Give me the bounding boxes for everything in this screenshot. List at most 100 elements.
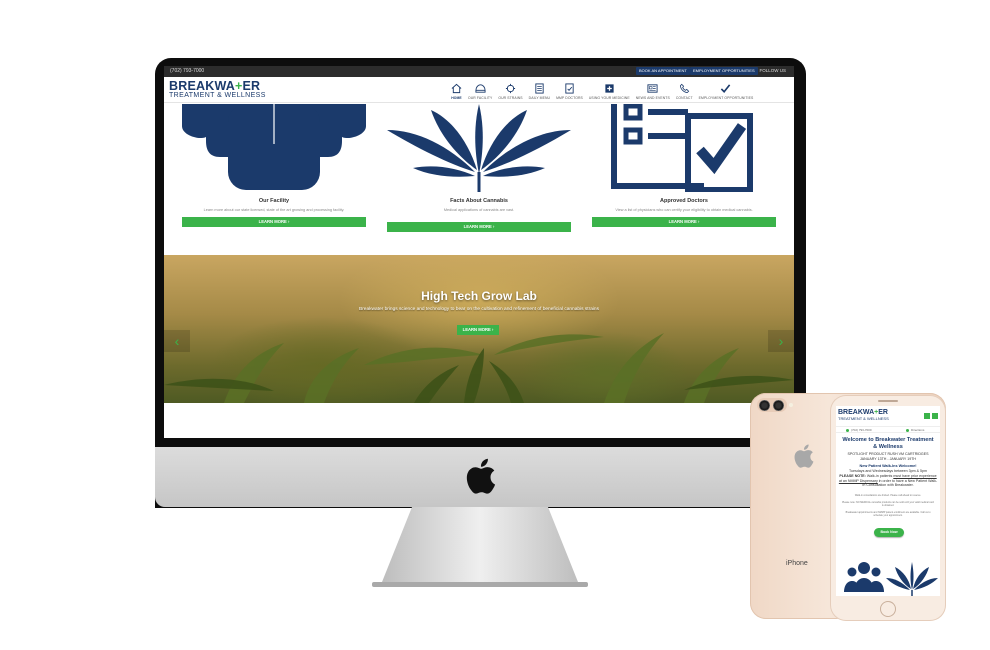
phone-icon [679,83,689,94]
book-appointment-button[interactable]: BOOK AN APPOINTMENT [636,67,690,75]
feature-card-cannabis: Facts About Cannabis Medical application… [387,104,571,254]
note-label: PLEASE NOTE: [839,474,866,478]
fine-print: Walk-in consultations are limited. Pleas… [854,494,922,497]
mobile-feature-icons [844,562,938,596]
cannabis-leaf-icon [886,562,938,596]
spotlight-dates: JANUARY 13TH - JANUARY 19TH [859,457,917,461]
feature-description: Medical applications of cannabis are vas… [443,208,515,212]
logo-subtitle: TREATMENT & WELLNESS [838,416,889,421]
book-now-button[interactable]: Book Now [874,528,904,537]
nav-label: MMP DOCTORS [556,96,583,100]
feature-description: Learn more about our state licensed, sta… [203,208,345,212]
walkins-hours: Tuesdays and Wednesdays between 3pm & 5p… [848,469,928,473]
nav-label: USING YOUR MEDICINE [588,96,630,100]
nav-item-our-strains[interactable]: OUR STRAINS [495,78,525,102]
speaker-grill [878,400,898,402]
fine-print: Breakwater appointments and NMMP patient… [845,511,931,518]
location-icon [906,429,909,432]
nav-label: OUR FACILITY [468,96,493,100]
iphone-label: iPhone [786,560,808,567]
home-button [880,601,896,617]
walkins-heading: New Patient Walk-Ins Welcome! [859,464,917,468]
slider-next-button[interactable]: › [768,330,794,352]
mobile-logo[interactable]: BREAKWA+ER TREATMENT & WELLNESS [838,409,908,421]
feature-card-doctors: Approved Doctors View a list of physicia… [592,104,776,254]
learn-more-button[interactable]: LEARN MORE › [387,222,571,232]
feature-title: Facts About Cannabis [450,198,508,204]
camera-lens-icon [773,400,784,411]
book-now-label: Book Now [880,530,898,534]
logo-text-right: ER [242,79,261,93]
checklist-icon [611,104,753,192]
nav-item-home[interactable]: HOME [448,78,465,102]
nav-label: DAILY MENU [528,96,551,100]
directions-link[interactable]: Directions [911,428,924,432]
imac-stand [380,507,580,587]
cannabis-leaf-icon [387,104,571,192]
product-mockup: (702) 793-7000 BOOK AN APPOINTMENT EMPLO… [0,0,990,650]
topbar: (702) 793-7000 BOOK AN APPOINTMENT EMPLO… [164,66,794,77]
facility-building-icon [182,104,366,190]
welcome-title: Welcome to Breakwater Treatment & Wellne… [842,437,934,450]
hero-subtitle: Breakwater brings science and technology… [359,307,599,312]
apple-logo-icon [794,444,814,468]
feature-title: Approved Doctors [660,198,708,204]
nav-label: OUR STRAINS [498,96,523,100]
nav-item-daily-menu[interactable]: DAILY MENU [526,78,553,102]
hero-learn-more-button[interactable]: LEARN MORE › [457,325,499,335]
mobile-phone-link[interactable]: (702) 793-7000 [851,428,872,432]
walkins-note: PLEASE NOTE: Walk-in patients must have … [838,474,938,488]
nav-item-news-and-events[interactable]: NEWS AND EVENTS [633,78,673,102]
patients-icon [844,562,884,592]
nav-item-employment[interactable]: EMPLOYMENT OPPORTUNITIES [696,78,757,102]
doctors-icon [565,83,574,94]
logo-subtitle: TREATMENT & WELLNESS [169,92,266,99]
nav-item-using-your-medicine[interactable]: USING YOUR MEDICINE [586,78,633,102]
menu-icon [535,83,544,94]
mobile-contact-bar: (702) 793-7000 Directions [836,426,940,433]
imac-screen: (702) 793-7000 BOOK AN APPOINTMENT EMPLO… [164,66,794,438]
menu-icon[interactable] [924,413,930,419]
checkmark-icon [721,84,731,93]
logo-text-left: BREAKWA [169,79,235,93]
logo-text-right: ER [878,409,888,416]
nav-item-mmp-doctors[interactable]: MMP DOCTORS [553,78,586,102]
home-icon [451,83,462,94]
hero-title: High Tech Grow Lab [421,289,537,303]
nav-label: CONTACT [675,96,693,100]
learn-more-button[interactable]: LEARN MORE › [182,217,366,227]
feature-card-facility: Our Facility Learn more about our state … [182,104,366,254]
medicine-icon [605,84,614,93]
employment-button[interactable]: EMPLOYMENT OPPORTUNITIES [690,67,758,75]
apple-logo-icon [466,458,496,494]
topbar-phone[interactable]: (702) 793-7000 [170,68,204,74]
imac-foot [372,582,588,587]
nav-label: NEWS AND EVENTS [635,96,670,100]
nav-item-contact[interactable]: CONTACT [673,78,696,102]
learn-more-button[interactable]: LEARN MORE › [592,217,776,227]
logo-text-left: BREAKWA [838,409,875,416]
flash-icon [789,403,793,407]
strains-icon [505,83,516,94]
fine-print: Please note: NO MEDICAL cannabis product… [842,501,934,508]
slider-prev-button[interactable]: ‹ [164,330,190,352]
site-header: BREAKWA+ER TREATMENT & WELLNESS HOME OUR… [164,77,794,103]
nav-label: EMPLOYMENT OPPORTUNITIES [698,96,754,100]
phone-icon [846,429,849,432]
nav-item-our-facility[interactable]: OUR FACILITY [465,78,495,102]
search-icon[interactable] [932,413,938,419]
news-icon [647,84,658,93]
note-text: Walk-in patients [865,474,894,478]
main-nav: HOME OUR FACILITY OUR STRAINS DAILY MENU… [448,78,756,102]
feature-description: View a list of physicians who can certif… [615,208,753,212]
facility-icon [475,84,486,93]
feature-title: Our Facility [258,198,290,204]
feature-cards: Our Facility Learn more about our state … [164,104,794,254]
iphone-screen: BREAKWA+ER TREATMENT & WELLNESS (702) 79… [836,406,940,596]
spotlight-text: SPOTLIGHT PRODUCT RUSH VM CARTRIDGES [847,452,929,456]
site-logo[interactable]: BREAKWA+ER TREATMENT & WELLNESS [169,80,287,100]
nav-label: HOME [451,96,462,100]
follow-us-link[interactable]: FOLLOW US [759,68,786,73]
hero-slider: High Tech Grow Lab Breakwater brings sci… [164,255,794,403]
camera-lens-icon [759,400,770,411]
